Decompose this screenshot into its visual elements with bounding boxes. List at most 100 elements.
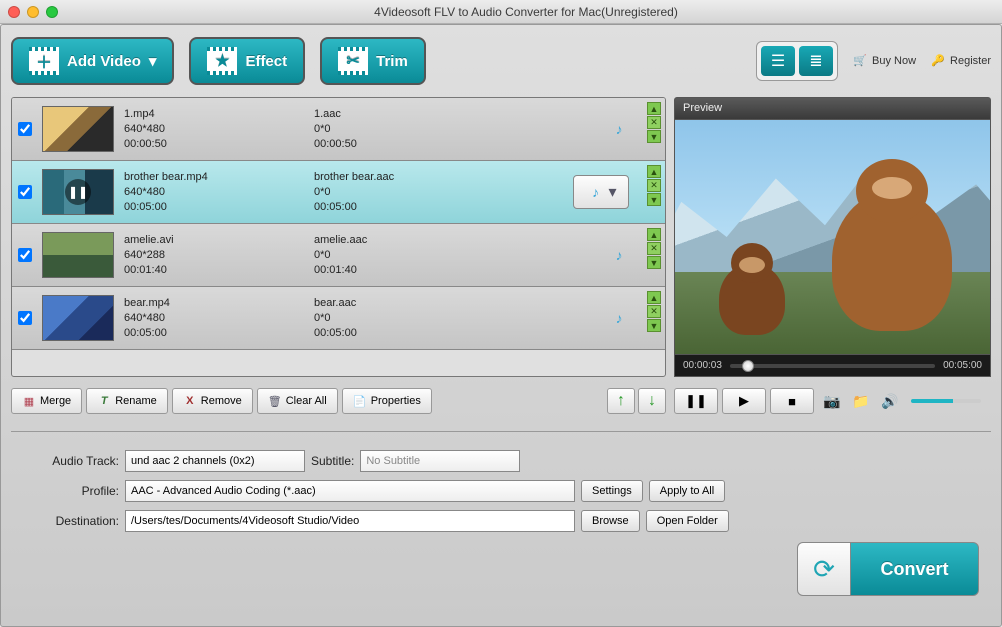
file-row[interactable]: bear.mp4640*48000:05:00bear.aac0*000:05:…	[12, 287, 665, 350]
file-thumbnail[interactable]	[42, 232, 114, 278]
pause-button[interactable]: ❚❚	[674, 388, 718, 414]
open-folder-button[interactable]: Open Folder	[646, 510, 729, 532]
destination-input[interactable]	[125, 510, 575, 532]
zoom-window-button[interactable]	[46, 6, 58, 18]
folder-icon: 📁	[852, 393, 869, 410]
profile-label: Profile:	[19, 484, 119, 498]
register-link[interactable]: 🔑 Register	[931, 54, 991, 68]
list-view-button[interactable]: ☰	[761, 46, 795, 76]
audio-track-select[interactable]: und aac 2 channels (0x2)	[125, 450, 305, 472]
film-star-icon: ★	[207, 48, 237, 74]
close-window-button[interactable]	[8, 6, 20, 18]
pause-icon: ❚❚	[685, 393, 707, 409]
row-side-controls: ▲✕▼	[647, 165, 661, 206]
move-up-button[interactable]: ↑	[607, 388, 635, 414]
minimize-window-button[interactable]	[27, 6, 39, 18]
seek-slider[interactable]	[730, 364, 935, 368]
file-output-info: brother bear.aac0*000:05:00	[314, 170, 484, 215]
rename-button[interactable]: TRename	[86, 388, 168, 414]
add-video-button[interactable]: ＋ Add Video ▾	[11, 37, 174, 85]
file-list[interactable]: 1.mp4640*48000:00:501.aac0*000:00:50♪▲✕▼…	[11, 97, 666, 377]
mute-button[interactable]: 🔊	[879, 391, 901, 411]
row-down-button[interactable]: ▼	[647, 256, 661, 269]
arrow-up-icon: ↑	[617, 392, 625, 410]
stop-button[interactable]: ■	[770, 388, 814, 414]
convert-button[interactable]: Convert	[851, 542, 979, 596]
file-source-info: amelie.avi640*28800:01:40	[124, 233, 304, 278]
profile-select[interactable]: AAC - Advanced Audio Coding (*.aac)	[125, 480, 575, 502]
view-mode-group: ☰ ≣	[756, 41, 838, 81]
buy-now-label: Buy Now	[872, 55, 916, 67]
file-thumbnail[interactable]	[42, 106, 114, 152]
total-time: 00:05:00	[943, 360, 982, 371]
play-icon: ▶	[739, 393, 749, 409]
file-source-info: 1.mp4640*48000:00:50	[124, 107, 304, 152]
register-label: Register	[950, 55, 991, 67]
buy-now-link[interactable]: 🛒 Buy Now	[853, 54, 916, 68]
open-snapshot-folder-button[interactable]: 📁	[850, 391, 872, 411]
row-side-controls: ▲✕▼	[647, 291, 661, 332]
file-row[interactable]: 1.mp4640*48000:00:501.aac0*000:00:50♪▲✕▼	[12, 98, 665, 161]
file-row[interactable]: ❚❚ brother bear.mp4640*48000:05:00brother…	[12, 161, 665, 224]
time-bar: 00:00:03 00:05:00	[674, 355, 991, 377]
settings-panel: Audio Track: und aac 2 channels (0x2) Su…	[11, 431, 991, 536]
cart-icon: 🛒	[853, 54, 867, 68]
audio-format-icon[interactable]: ♪	[609, 308, 629, 328]
trim-button[interactable]: ✂ Trim	[320, 37, 426, 85]
file-output-info: bear.aac0*000:05:00	[314, 296, 484, 341]
preview-video[interactable]	[674, 119, 991, 355]
file-checkbox[interactable]	[18, 248, 32, 262]
row-remove-button[interactable]: ✕	[647, 179, 661, 192]
row-down-button[interactable]: ▼	[647, 130, 661, 143]
list-toolbar: ▦Merge TRename XRemove 🗑Clear All 📄Prope…	[11, 385, 666, 417]
play-button[interactable]: ▶	[722, 388, 766, 414]
file-output-info: amelie.aac0*000:01:40	[314, 233, 484, 278]
merge-icon: ▦	[22, 394, 36, 408]
row-side-controls: ▲✕▼	[647, 102, 661, 143]
row-down-button[interactable]: ▼	[647, 319, 661, 332]
row-remove-button[interactable]: ✕	[647, 116, 661, 129]
file-thumbnail[interactable]: ❚❚	[42, 169, 114, 215]
subtitle-select[interactable]: No Subtitle	[360, 450, 520, 472]
properties-button[interactable]: 📄Properties	[342, 388, 432, 414]
browse-button[interactable]: Browse	[581, 510, 640, 532]
audio-track-label: Audio Track:	[19, 454, 119, 468]
pause-overlay-icon: ❚❚	[65, 179, 91, 205]
properties-icon: 📄	[353, 394, 367, 408]
file-thumbnail[interactable]	[42, 295, 114, 341]
file-checkbox[interactable]	[18, 311, 32, 325]
seek-knob[interactable]	[742, 360, 754, 372]
row-down-button[interactable]: ▼	[647, 193, 661, 206]
snapshot-button[interactable]: 📷	[821, 391, 843, 411]
file-checkbox[interactable]	[18, 122, 32, 136]
row-up-button[interactable]: ▲	[647, 228, 661, 241]
remove-button[interactable]: XRemove	[172, 388, 253, 414]
clear-all-button[interactable]: 🗑Clear All	[257, 388, 338, 414]
add-video-label: Add Video	[67, 53, 141, 70]
audio-format-icon[interactable]: ♪	[609, 245, 629, 265]
apply-to-all-button[interactable]: Apply to All	[649, 480, 725, 502]
row-remove-button[interactable]: ✕	[647, 305, 661, 318]
convert-icon: ⟳	[797, 542, 851, 596]
destination-label: Destination:	[19, 514, 119, 528]
volume-slider[interactable]	[911, 399, 981, 403]
file-checkbox[interactable]	[18, 185, 32, 199]
detail-view-button[interactable]: ≣	[799, 46, 833, 76]
subtitle-label: Subtitle:	[311, 454, 354, 468]
merge-button[interactable]: ▦Merge	[11, 388, 82, 414]
output-format-button[interactable]: ♪▾	[573, 175, 629, 209]
file-source-info: brother bear.mp4640*48000:05:00	[124, 170, 304, 215]
window-title: 4Videosoft FLV to Audio Converter for Ma…	[58, 5, 994, 19]
audio-format-icon[interactable]: ♪	[609, 119, 629, 139]
row-remove-button[interactable]: ✕	[647, 242, 661, 255]
main-toolbar: ＋ Add Video ▾ ★ Effect ✂ Trim ☰ ≣ 🛒 Buy …	[11, 35, 991, 87]
row-up-button[interactable]: ▲	[647, 102, 661, 115]
row-up-button[interactable]: ▲	[647, 291, 661, 304]
settings-button[interactable]: Settings	[581, 480, 643, 502]
move-down-button[interactable]: ↓	[638, 388, 666, 414]
arrow-down-icon: ↓	[648, 392, 656, 410]
file-row[interactable]: amelie.avi640*28800:01:40amelie.aac0*000…	[12, 224, 665, 287]
convert-group: ⟳ Convert	[797, 542, 979, 596]
row-up-button[interactable]: ▲	[647, 165, 661, 178]
effect-button[interactable]: ★ Effect	[189, 37, 305, 85]
